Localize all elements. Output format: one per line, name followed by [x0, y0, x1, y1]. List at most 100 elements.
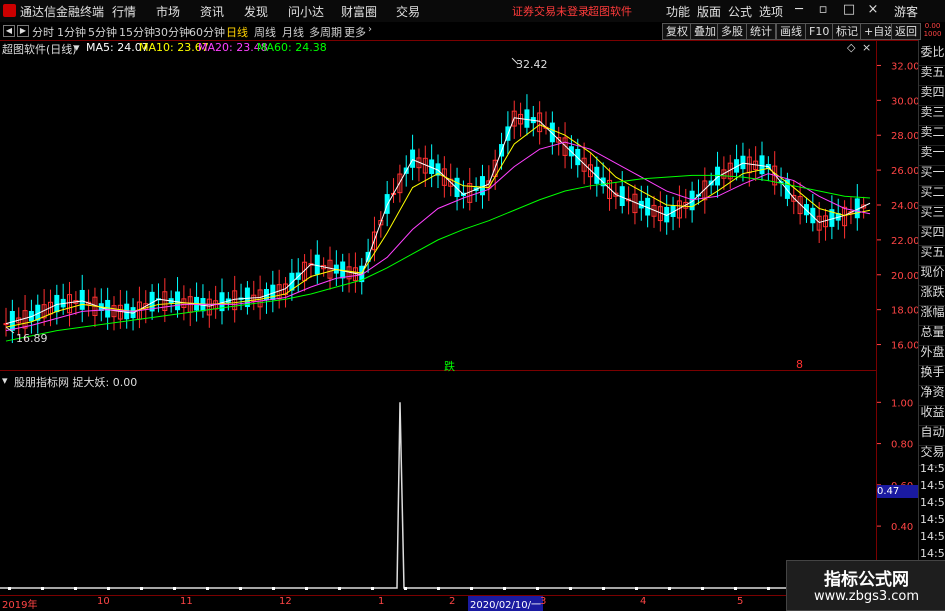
candle-body [9, 310, 15, 331]
mark-button[interactable]: 标记 [832, 23, 862, 40]
menu-options[interactable]: 选项 [759, 3, 783, 20]
side-tab[interactable]: 总量 [919, 324, 945, 346]
period-1min[interactable]: 1分钟 [57, 24, 86, 40]
price-tick-label: 16.00 [891, 341, 919, 352]
candle-body [759, 155, 765, 175]
baseline-dot [107, 587, 110, 590]
price-tick-label: 28.00 [891, 131, 919, 142]
period-monthly[interactable]: 月线 [282, 24, 304, 40]
minimize-icon[interactable]: ─ [790, 1, 808, 19]
baseline-dot [437, 587, 440, 590]
chevron-down-icon[interactable]: ▾ [74, 41, 80, 54]
side-tab[interactable]: 买五 [919, 244, 945, 266]
overlay-button[interactable]: 叠加 [690, 23, 720, 40]
date-label: 4 [640, 596, 647, 607]
period-more[interactable]: 更多 [344, 24, 366, 40]
indicator-label: 股朋指标网 捉大妖: 0.00 [14, 376, 138, 389]
app-logo-icon [3, 4, 16, 17]
price-tick-label: 30.00 [891, 96, 919, 107]
period-multi[interactable]: 多周期 [309, 24, 342, 40]
indicator-panel[interactable]: ▾ 股朋指标网 捉大妖: 0.00 [0, 372, 876, 592]
period-15min[interactable]: 15分钟 [119, 24, 155, 40]
stock-name-link[interactable]: 超图软件 [588, 3, 632, 19]
side-tab[interactable]: 卖四 [919, 84, 945, 106]
maximize-icon[interactable]: □ [840, 1, 858, 19]
login-notice[interactable]: 证券交易未登录 [512, 3, 589, 19]
menu-discover[interactable]: 发现 [244, 3, 268, 20]
baseline-dot [206, 587, 209, 590]
price-axis: 16.00 18.00 20.00 22.00 24.00 26.00 28.00 30.00… [876, 40, 919, 592]
watermark-url: www.zbgs3.com [813, 589, 920, 604]
candle-body [175, 291, 181, 311]
side-tab[interactable]: 涨跌 [919, 284, 945, 306]
main-kline-panel[interactable]: 超图软件(日线) ▾ MA5: 24.07 MA10: 23.67 MA20: … [0, 40, 876, 373]
menu-news[interactable]: 资讯 [200, 3, 224, 20]
indicator-tick-label: 1.00 [891, 398, 913, 409]
side-tab[interactable]: 卖二 [919, 124, 945, 146]
multi-stock-button[interactable]: 多股 [717, 23, 747, 40]
side-tab[interactable]: 委比 [919, 44, 945, 66]
side-tab[interactable]: 卖三 [919, 104, 945, 126]
side-tab[interactable]: 净资 [919, 384, 945, 406]
side-tab[interactable]: 外盘 [919, 344, 945, 366]
draw-line-button[interactable]: 画线 [776, 23, 806, 40]
side-tab[interactable]: 自动 [919, 424, 945, 446]
menu-market[interactable]: 市场 [156, 3, 180, 20]
indicator-tick-label: 0.40 [891, 522, 913, 533]
kline-chart[interactable] [0, 40, 876, 370]
more-chevron-icon[interactable]: › [368, 24, 372, 35]
period-weekly[interactable]: 周线 [254, 24, 276, 40]
ma-line-ma5 [5, 117, 871, 325]
side-tab[interactable]: 卖一 [919, 144, 945, 166]
date-label: 11 [180, 596, 193, 607]
menu-trade[interactable]: 交易 [396, 3, 420, 20]
side-tab[interactable]: 涨幅 [919, 304, 945, 326]
candle-body [3, 323, 9, 326]
diamond-icon[interactable]: ◇ [847, 41, 855, 54]
restore-rights-button[interactable]: 复权 [662, 23, 692, 40]
watermark-title: 指标公式网 [824, 570, 909, 590]
period-5min[interactable]: 5分钟 [88, 24, 117, 40]
candle-body [384, 194, 390, 214]
period-60min[interactable]: 60分钟 [189, 24, 225, 40]
period-30min[interactable]: 30分钟 [154, 24, 190, 40]
price-tick-label: 22.00 [891, 236, 919, 247]
baseline-dot [404, 587, 407, 590]
scroll-left-icon[interactable]: ◀ [3, 25, 15, 37]
baseline-dot [602, 587, 605, 590]
tick-time-label: 14:56 [920, 547, 945, 560]
indicator-spike-line [0, 402, 876, 589]
baseline-dot [668, 587, 671, 590]
app-name: 通达信金融终端 [20, 5, 105, 19]
side-tab[interactable]: 买四 [919, 224, 945, 246]
menu-functions[interactable]: 功能 [666, 3, 690, 20]
menu-market-quotes[interactable]: 行情 [112, 3, 136, 20]
side-tab[interactable]: 卖五 [919, 64, 945, 86]
menu-wealth[interactable]: 财富圈 [341, 3, 377, 20]
side-tab[interactable]: 买二 [919, 184, 945, 206]
price-tick-label: 26.00 [891, 166, 919, 177]
watermark-badge: 指标公式网 www.zbgs3.com [786, 560, 945, 611]
indicator-chart[interactable] [0, 372, 876, 592]
side-tab[interactable]: 现价 [919, 264, 945, 286]
side-tab[interactable]: 换手 [919, 364, 945, 386]
statistics-button[interactable]: 统计 [746, 23, 776, 40]
restore-icon[interactable]: ▫ [814, 1, 832, 19]
side-tab[interactable]: 收益 [919, 404, 945, 426]
close-icon[interactable]: × [864, 1, 882, 19]
side-tab[interactable]: 买一 [919, 164, 945, 186]
panel-close-icon[interactable]: × [862, 41, 871, 54]
ma60-label: MA60: 24.38 [257, 41, 327, 54]
menu-assistant[interactable]: 问小达 [288, 3, 324, 20]
menu-layout[interactable]: 版面 [697, 3, 721, 20]
period-tick[interactable]: 分时 [32, 24, 54, 40]
user-guest[interactable]: 游客 [894, 3, 918, 20]
scroll-right-icon[interactable]: ▶ [17, 25, 29, 37]
f10-button[interactable]: F10 [805, 23, 834, 40]
period-daily[interactable]: 日线 [226, 24, 248, 40]
date-label: 5 [737, 596, 744, 607]
side-tab[interactable]: 买三 [919, 204, 945, 226]
menu-formula[interactable]: 公式 [728, 3, 752, 20]
indicator-chevron-icon[interactable]: ▾ [2, 374, 8, 387]
back-button[interactable]: 返回 [891, 23, 921, 40]
